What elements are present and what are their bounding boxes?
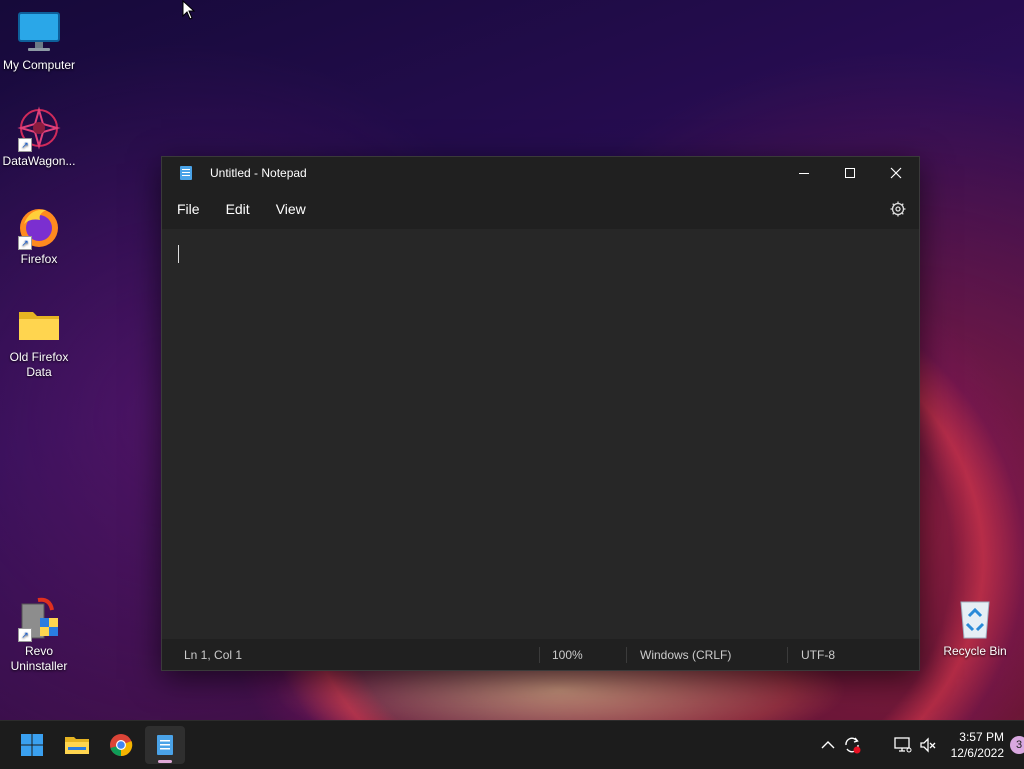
encoding: UTF-8 xyxy=(801,648,835,662)
status-divider xyxy=(626,647,627,663)
desktop-icon-label: Old Firefox Data xyxy=(9,350,69,379)
windows-start-icon xyxy=(21,734,43,756)
clock-time: 3:57 PM xyxy=(959,730,1004,744)
desktop-icon-label: DataWagon... xyxy=(2,154,76,168)
menu-file[interactable]: File xyxy=(165,195,212,223)
shortcut-arrow-icon: ↗ xyxy=(18,628,32,642)
chrome-icon xyxy=(110,734,133,757)
menu-bar: File Edit View xyxy=(162,189,919,229)
minimize-icon xyxy=(799,173,809,174)
notepad-icon xyxy=(157,735,173,755)
taskbar-file-explorer[interactable] xyxy=(57,726,97,764)
desktop-icon-datawagon[interactable]: ↗ DataWagon... xyxy=(0,106,78,169)
monitor-icon xyxy=(16,10,62,56)
title-bar[interactable]: Untitled - Notepad xyxy=(162,157,919,189)
sync-update-icon[interactable] xyxy=(842,735,862,755)
desktop-icon-label: Recycle Bin xyxy=(943,644,1007,658)
revo-uninstaller-icon: ↗ xyxy=(16,596,62,642)
close-icon xyxy=(890,167,902,179)
clock-date: 12/6/2022 xyxy=(950,746,1004,760)
menu-edit[interactable]: Edit xyxy=(214,195,262,223)
status-divider xyxy=(787,647,788,663)
maximize-icon xyxy=(845,168,855,178)
text-caret xyxy=(178,245,179,263)
status-bar: Ln 1, Col 1 100% Windows (CRLF) UTF-8 xyxy=(162,639,919,670)
maximize-button[interactable] xyxy=(827,157,873,189)
desktop-icon-label: My Computer xyxy=(2,58,76,72)
window-title: Untitled - Notepad xyxy=(210,166,307,180)
notepad-icon xyxy=(178,165,194,181)
notification-badge[interactable]: 3 xyxy=(1010,736,1024,754)
network-icon[interactable] xyxy=(893,735,913,755)
desktop-icon-recycle-bin[interactable]: Recycle Bin xyxy=(936,596,1014,659)
taskbar-chrome[interactable] xyxy=(101,726,141,764)
active-app-indicator xyxy=(158,760,172,763)
settings-gear-icon[interactable] xyxy=(889,200,907,218)
firefox-icon: ↗ xyxy=(16,204,62,250)
desktop-icon-label: Firefox xyxy=(20,252,58,266)
file-explorer-icon xyxy=(65,737,89,754)
taskbar: 3:57 PM 12/6/2022 3 xyxy=(0,720,1024,769)
line-ending: Windows (CRLF) xyxy=(640,648,732,662)
taskbar-notepad[interactable] xyxy=(145,726,185,764)
desktop-icon-my-computer[interactable]: My Computer xyxy=(0,10,78,73)
shortcut-arrow-icon: ↗ xyxy=(18,138,32,152)
system-clock[interactable]: 3:57 PM 12/6/2022 xyxy=(951,729,1004,761)
shortcut-arrow-icon: ↗ xyxy=(18,236,32,250)
minimize-button[interactable] xyxy=(781,157,827,189)
datawagon-icon: ↗ xyxy=(16,106,62,152)
text-editor[interactable] xyxy=(162,229,919,639)
notepad-window: Untitled - Notepad File Edit View Ln 1, … xyxy=(161,156,920,671)
close-button[interactable] xyxy=(873,157,919,189)
folder-icon xyxy=(16,302,62,348)
zoom-level: 100% xyxy=(552,648,583,662)
mouse-cursor xyxy=(182,0,196,20)
desktop-icon-firefox[interactable]: ↗ Firefox xyxy=(0,204,78,267)
menu-view[interactable]: View xyxy=(264,195,318,223)
cursor-position: Ln 1, Col 1 xyxy=(184,648,243,662)
desktop-icon-label: Revo Uninstaller xyxy=(10,644,68,673)
desktop-icon-old-firefox-data[interactable]: Old Firefox Data xyxy=(0,302,78,380)
status-divider xyxy=(539,647,540,663)
recycle-bin-icon xyxy=(952,596,998,642)
desktop-icon-revo-uninstaller[interactable]: ↗ Revo Uninstaller xyxy=(0,596,78,674)
show-hidden-icons-chevron-up-icon[interactable] xyxy=(818,735,838,755)
volume-muted-icon[interactable] xyxy=(918,735,938,755)
start-button[interactable] xyxy=(12,726,52,764)
